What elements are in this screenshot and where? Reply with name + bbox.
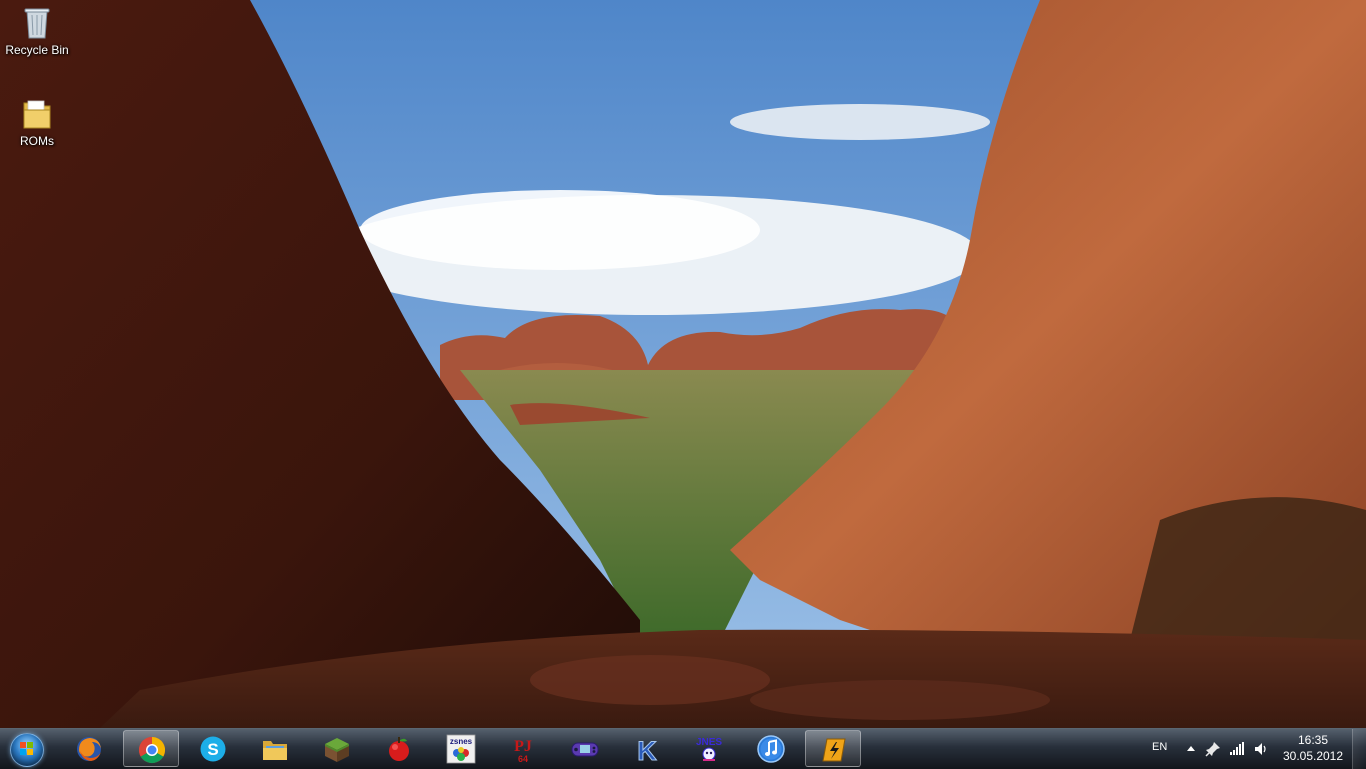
signal-bars-icon (1230, 742, 1244, 755)
red-apple-icon (389, 737, 409, 761)
desktop[interactable]: Recycle Bin ROMs (0, 0, 1366, 728)
taskbar-minecraft-button[interactable] (309, 730, 365, 767)
volume-tray-button[interactable] (1252, 740, 1270, 758)
taskbar-zsnes-button[interactable]: zsnes (433, 730, 489, 767)
chrome-icon (138, 736, 166, 764)
taskbar-gba-emulator-button[interactable] (557, 730, 613, 767)
roms-folder-desktop-icon[interactable]: ROMs (0, 97, 74, 148)
minecraft-icon (325, 738, 349, 762)
clock-date: 30.05.2012 (1282, 749, 1344, 763)
folder-icon (263, 741, 287, 760)
chevron-up-icon (1187, 746, 1195, 751)
kega-icon: K (637, 736, 658, 765)
wallpaper-canyon (0, 0, 1366, 728)
taskbar: S zsnes PJ 64 K JNES EN 16:35 30.05.2012 (0, 728, 1366, 769)
taskbar-explorer-button[interactable] (247, 730, 303, 767)
skype-icon: S (200, 736, 226, 762)
folder-icon (21, 97, 53, 131)
taskbar-apple-emulator-button[interactable] (371, 730, 427, 767)
recycle-bin-desktop-icon[interactable]: Recycle Bin (0, 6, 74, 57)
windows-orb-icon (10, 733, 44, 767)
system-tray: EN (1140, 729, 1280, 769)
recycle-bin-label: Recycle Bin (5, 43, 69, 57)
svg-text:K: K (637, 736, 657, 764)
taskbar-itunes-button[interactable] (743, 730, 799, 767)
pin-icon (1205, 742, 1220, 757)
network-tray-button[interactable] (1228, 740, 1246, 758)
taskbar-skype-button[interactable]: S (185, 730, 241, 767)
taskbar-project64-button[interactable]: PJ 64 (495, 730, 551, 767)
itunes-icon (757, 735, 785, 763)
speaker-icon (1255, 743, 1266, 755)
taskbar-clock[interactable]: 16:35 30.05.2012 (1280, 732, 1346, 764)
project64-icon: PJ 64 (514, 738, 532, 764)
show-hidden-icons-button[interactable] (1184, 739, 1198, 757)
winamp-icon (822, 738, 846, 762)
start-button[interactable] (4, 730, 48, 768)
svg-text:PJ: PJ (514, 738, 532, 755)
language-indicator[interactable]: EN (1152, 741, 1167, 753)
jnes-icon: JNES (696, 737, 722, 761)
zsnes-icon: zsnes (446, 734, 476, 764)
gamepad-icon (571, 742, 599, 757)
svg-text:64: 64 (518, 754, 528, 764)
roms-folder-label: ROMs (20, 134, 54, 148)
svg-text:JNES: JNES (696, 737, 722, 748)
clock-time: 16:35 (1297, 733, 1329, 747)
taskbar-winamp-button[interactable] (805, 730, 861, 767)
taskbar-chrome-button[interactable] (123, 730, 179, 767)
pin-tray-button[interactable] (1204, 740, 1222, 758)
taskbar-kega-button[interactable]: K (619, 730, 675, 767)
show-desktop-button[interactable] (1352, 729, 1366, 769)
recycle-bin-icon (21, 6, 53, 40)
firefox-icon (77, 737, 101, 761)
svg-text:zsnes: zsnes (450, 737, 473, 746)
taskbar-firefox-button[interactable] (61, 730, 117, 767)
taskbar-jnes-button[interactable]: JNES (681, 730, 737, 767)
svg-text:S: S (207, 740, 218, 759)
